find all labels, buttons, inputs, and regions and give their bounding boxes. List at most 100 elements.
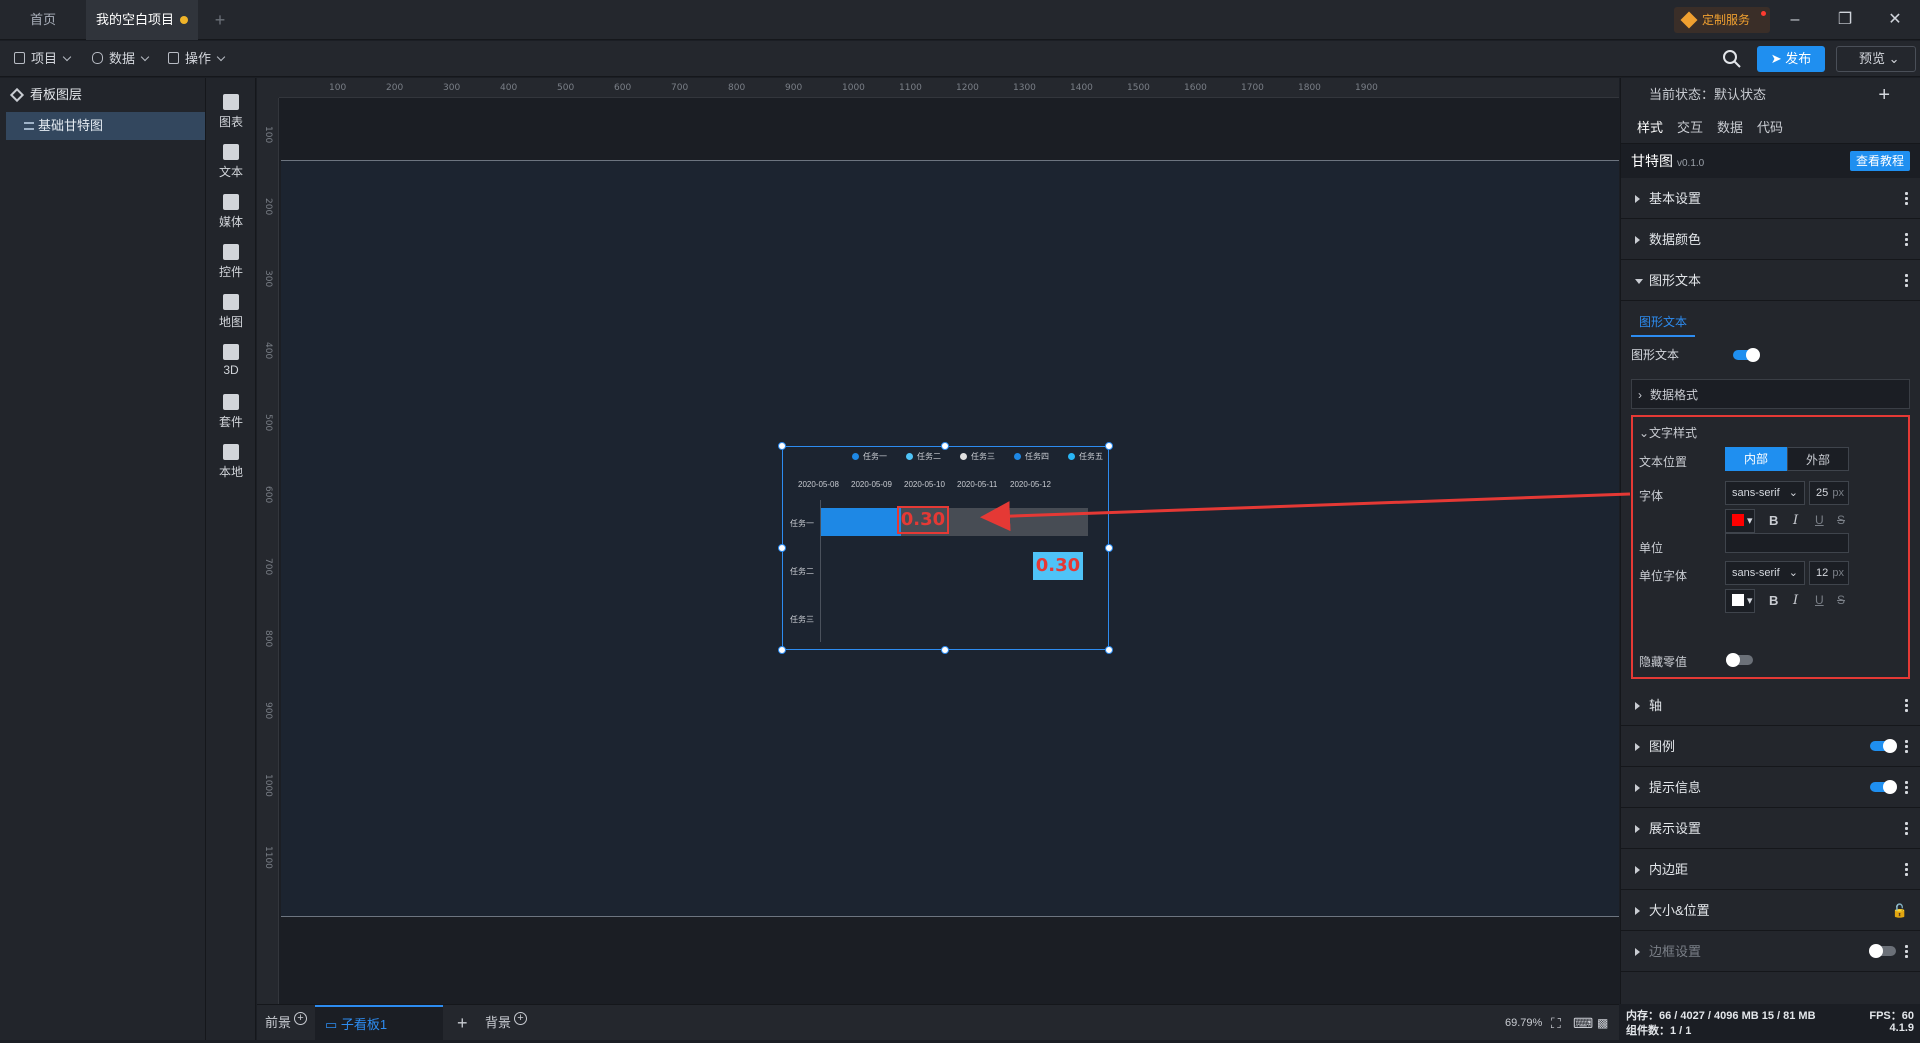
font-size-input[interactable]: 25 px bbox=[1809, 481, 1849, 505]
tab-data[interactable]: 数据 bbox=[1717, 112, 1743, 144]
tab-code[interactable]: 代码 bbox=[1757, 112, 1783, 144]
tab-project[interactable]: 我的空白项目 bbox=[86, 0, 198, 40]
comp-media[interactable]: 媒体 bbox=[206, 186, 256, 236]
italic-icon[interactable]: I bbox=[1793, 513, 1798, 528]
menu-data[interactable]: 数据 bbox=[92, 41, 150, 77]
unit-color-picker[interactable]: ▾ bbox=[1725, 589, 1755, 613]
more-icon[interactable] bbox=[1905, 862, 1908, 877]
comp-control[interactable]: 控件 bbox=[206, 236, 256, 286]
unit-input[interactable] bbox=[1725, 533, 1849, 553]
comp-map[interactable]: 地图 bbox=[206, 286, 256, 336]
bold-icon[interactable]: B bbox=[1769, 513, 1778, 528]
comp-suite[interactable]: 套件 bbox=[206, 386, 256, 436]
resize-handle[interactable] bbox=[778, 544, 786, 552]
section-axis[interactable]: 轴 bbox=[1621, 685, 1920, 726]
legend-toggle[interactable] bbox=[1870, 739, 1897, 753]
more-icon[interactable] bbox=[1905, 821, 1908, 836]
resize-handle[interactable] bbox=[778, 646, 786, 654]
more-icon[interactable] bbox=[1905, 191, 1908, 206]
search-icon[interactable] bbox=[1722, 49, 1742, 69]
preview-button[interactable]: 预览 ⌄ bbox=[1836, 46, 1916, 72]
tab-sub-board[interactable]: ▭ 子看板1 bbox=[315, 1005, 443, 1041]
more-icon[interactable] bbox=[1905, 739, 1908, 754]
legend-item[interactable]: 任务一 bbox=[852, 451, 887, 462]
menu-ops[interactable]: 操作 bbox=[168, 41, 226, 77]
custom-service-button[interactable]: 定制服务 bbox=[1674, 7, 1770, 33]
strikethrough-icon[interactable]: S bbox=[1837, 513, 1845, 527]
task-bar-progress[interactable] bbox=[821, 508, 902, 536]
minimize-button[interactable]: – bbox=[1772, 0, 1818, 40]
restore-button[interactable]: ❐ bbox=[1822, 0, 1868, 40]
bold-icon[interactable]: B bbox=[1769, 593, 1778, 608]
canvas-area[interactable]: 100 200 300 400 500 600 700 800 900 1000 1100 1200 1… bbox=[257, 78, 1619, 1004]
resize-handle[interactable] bbox=[778, 442, 786, 450]
more-icon[interactable] bbox=[1905, 232, 1908, 247]
resize-handle[interactable] bbox=[941, 646, 949, 654]
terminal-icon[interactable]: ▩ bbox=[1597, 1005, 1608, 1041]
add-circle-icon[interactable]: + bbox=[514, 1012, 528, 1025]
legend-item[interactable]: 任务五 bbox=[1068, 451, 1103, 462]
add-state-button[interactable]: + bbox=[1878, 78, 1890, 112]
legend-item[interactable]: 任务二 bbox=[906, 451, 941, 462]
publish-button[interactable]: ➤ 发布 bbox=[1757, 46, 1825, 72]
legend-item[interactable]: 任务四 bbox=[1014, 451, 1049, 462]
position-outer-button[interactable]: 外部 bbox=[1787, 447, 1849, 471]
section-graphic-text[interactable]: 图形文本 bbox=[1621, 260, 1920, 301]
layer-item-gantt[interactable]: 基础甘特图 bbox=[6, 112, 205, 140]
tab-home[interactable]: 首页 bbox=[0, 0, 86, 40]
tutorial-button[interactable]: 查看教程 bbox=[1850, 151, 1910, 171]
more-icon[interactable] bbox=[1905, 273, 1908, 288]
strikethrough-icon[interactable]: S bbox=[1837, 593, 1845, 607]
section-data-color[interactable]: 数据颜色 bbox=[1621, 219, 1920, 260]
tooltip-toggle[interactable] bbox=[1870, 780, 1897, 794]
legend-item[interactable]: 任务三 bbox=[960, 451, 995, 462]
italic-icon[interactable]: I bbox=[1793, 593, 1798, 608]
tab-style[interactable]: 样式 bbox=[1637, 112, 1663, 144]
text-style-header[interactable]: ⌄ 文字样式 bbox=[1639, 421, 1902, 445]
comp-chart[interactable]: 图表 bbox=[206, 86, 256, 136]
close-button[interactable]: ✕ bbox=[1872, 0, 1918, 40]
more-icon[interactable] bbox=[1905, 698, 1908, 713]
unit-font-size-input[interactable]: 12 px bbox=[1809, 561, 1849, 585]
section-padding[interactable]: 内边距 bbox=[1621, 849, 1920, 890]
menu-project[interactable]: 项目 bbox=[14, 41, 72, 77]
fit-screen-icon[interactable]: ⛶ bbox=[1551, 1005, 1561, 1041]
tab-background[interactable]: 背景 + bbox=[485, 1005, 528, 1041]
add-tab-button[interactable]: + bbox=[210, 0, 230, 40]
more-icon[interactable] bbox=[1905, 944, 1908, 959]
add-board-button[interactable]: + bbox=[457, 1005, 468, 1041]
font-color-picker[interactable]: ▾ bbox=[1725, 509, 1755, 533]
gantt-chart[interactable]: 任务一 任务二 任务三 任务四 任务五 2020-05-08 2020-05-0… bbox=[778, 442, 1113, 654]
tab-graphic-text[interactable]: 图形文本 bbox=[1631, 307, 1696, 337]
tab-foreground[interactable]: 前景 + bbox=[265, 1005, 308, 1041]
resize-handle[interactable] bbox=[1105, 442, 1113, 450]
position-inner-button[interactable]: 内部 bbox=[1725, 447, 1787, 471]
resize-handle[interactable] bbox=[941, 442, 949, 450]
section-basic[interactable]: 基本设置 bbox=[1621, 178, 1920, 219]
data-format-row[interactable]: › 数据格式 bbox=[1631, 379, 1910, 409]
section-border[interactable]: 边框设置 bbox=[1621, 931, 1920, 972]
underline-icon[interactable]: U bbox=[1815, 513, 1824, 527]
comp-local[interactable]: 本地 bbox=[206, 436, 256, 486]
graphic-text-toggle[interactable] bbox=[1733, 348, 1760, 362]
add-circle-icon[interactable]: + bbox=[294, 1012, 308, 1025]
comp-text[interactable]: 文本 bbox=[206, 136, 256, 186]
underline-icon[interactable]: U bbox=[1815, 593, 1824, 607]
zoom-level[interactable]: 69.79% bbox=[1505, 1005, 1542, 1041]
border-toggle[interactable] bbox=[1869, 944, 1896, 958]
more-icon[interactable] bbox=[1905, 780, 1908, 795]
resize-handle[interactable] bbox=[1105, 544, 1113, 552]
section-tooltip[interactable]: 提示信息 bbox=[1621, 767, 1920, 808]
keyboard-icon[interactable]: ⌨ bbox=[1573, 1005, 1593, 1041]
tab-interaction[interactable]: 交互 bbox=[1677, 112, 1703, 144]
resize-handle[interactable] bbox=[1105, 646, 1113, 654]
font-family-select[interactable]: sans-serif ⌄ bbox=[1725, 481, 1805, 505]
layer-item-label: 基础甘特图 bbox=[38, 118, 104, 133]
unit-font-family-select[interactable]: sans-serif ⌄ bbox=[1725, 561, 1805, 585]
hide-zero-toggle[interactable] bbox=[1726, 653, 1753, 667]
section-size-position[interactable]: 大小&位置 🔓 bbox=[1621, 890, 1920, 931]
section-legend[interactable]: 图例 bbox=[1621, 726, 1920, 767]
lock-icon[interactable]: 🔓 bbox=[1892, 890, 1908, 931]
section-display[interactable]: 展示设置 bbox=[1621, 808, 1920, 849]
comp-3d[interactable]: 3D bbox=[206, 336, 256, 386]
